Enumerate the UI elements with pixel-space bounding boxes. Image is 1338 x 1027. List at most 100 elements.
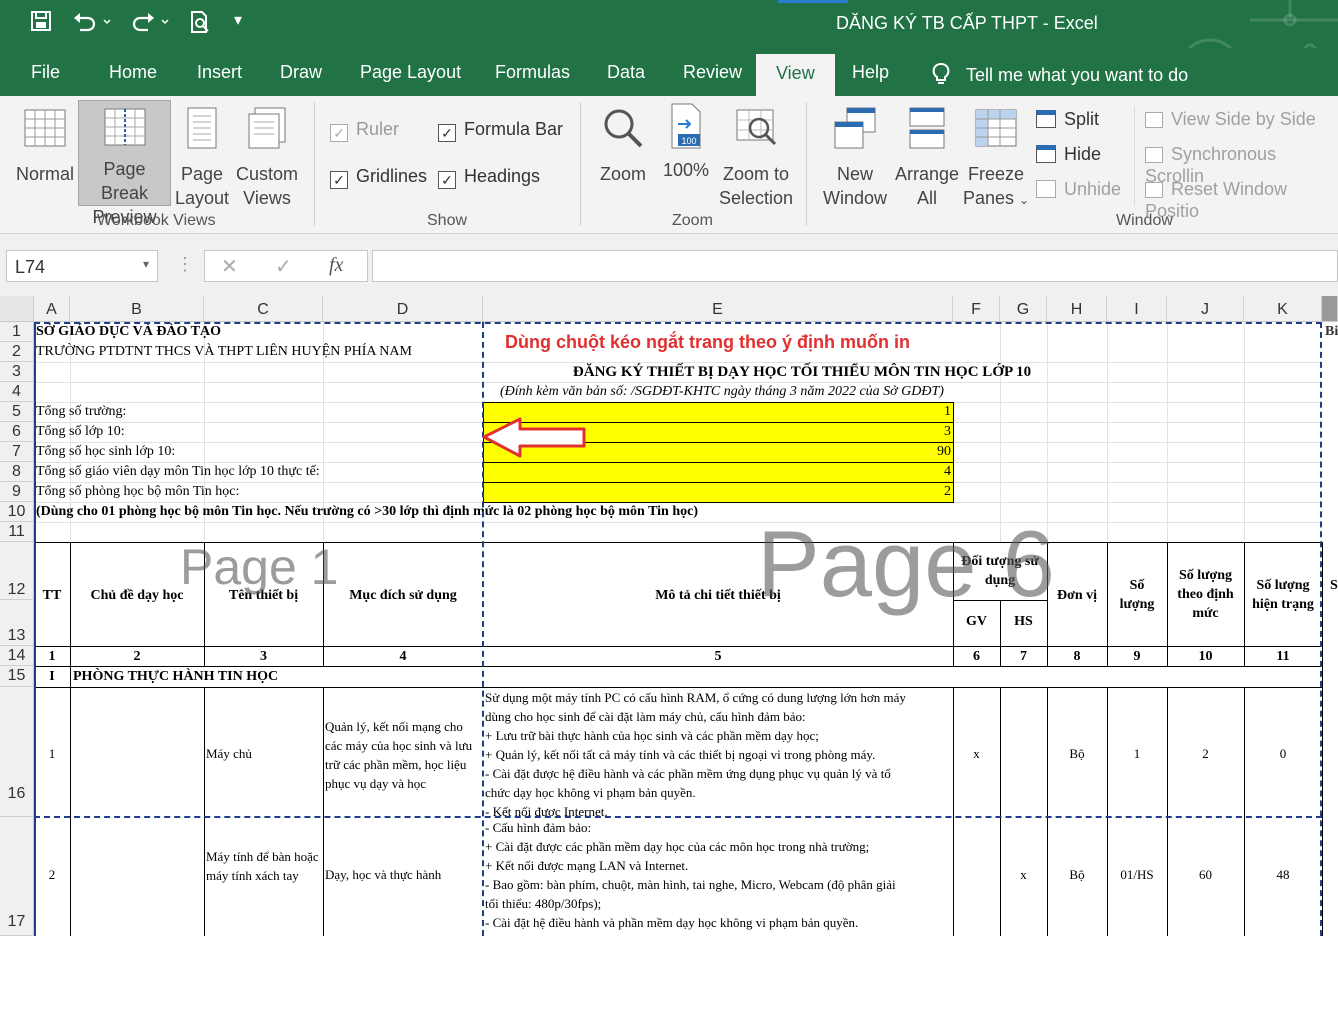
tab-page-layout[interactable]: Page Layout [360,62,461,83]
insert-function-icon[interactable]: fx [329,254,343,277]
row-header-10[interactable]: 10 [0,502,34,522]
tell-me-box[interactable]: Tell me what you want to do [930,62,1188,86]
reset-window-position-button[interactable]: Reset Window Positio [1145,178,1338,222]
print-preview-icon[interactable] [188,10,212,40]
page-break-preview-button[interactable]: Page Break Preview [78,100,171,227]
row-header-14[interactable]: 14 [0,646,34,666]
column-header-j[interactable]: J [1167,296,1244,322]
freeze-panes-icon [975,109,1017,147]
chevron-down-icon: ⌄ [1019,193,1030,207]
page-break-right[interactable] [1320,322,1322,936]
row-header-17[interactable]: 17 [0,817,34,936]
column-header-c[interactable]: C [204,296,323,322]
ruler-checkbox[interactable]: ✓ Ruler [330,118,399,142]
section-number: I [49,669,55,684]
zoom-label: Zoom [599,164,646,184]
column-header-d[interactable]: D [323,296,483,322]
item2-hs: x [1020,867,1027,882]
select-all-corner[interactable] [0,296,34,322]
checkmark-icon: ✓ [330,124,348,142]
column-header-a[interactable]: A [34,296,70,322]
undo-icon[interactable] [72,10,112,38]
stat-label-students: Tổng số học sinh lớp 10: [36,444,176,459]
hide-button[interactable]: Hide [1036,143,1101,165]
arrange-all-button[interactable]: Arrange All [892,102,962,208]
row-header-16[interactable]: 16 [0,687,34,817]
row-header-1[interactable]: 1 [0,322,34,342]
row-header-3[interactable]: 3 [0,362,34,382]
view-side-by-side-button[interactable]: View Side by Side [1145,108,1316,130]
tab-help[interactable]: Help [852,62,889,83]
row-header-6[interactable]: 6 [0,422,34,442]
formula-input[interactable] [372,250,1338,282]
tab-insert[interactable]: Insert [197,62,242,83]
row-header-13[interactable]: 13 [0,600,34,646]
column-header-l[interactable] [1322,296,1338,322]
zoom-button[interactable]: Zoom [594,102,652,202]
split-button[interactable]: Split [1036,108,1099,130]
row-header-7[interactable]: 7 [0,442,34,462]
col-number-1: 1 [48,649,56,664]
column-header-i[interactable]: I [1107,296,1167,322]
stat-value-teachers[interactable]: 4 [483,462,951,482]
stat-label-schools: Tổng số trường: [36,404,127,419]
tab-file[interactable]: File [31,62,60,83]
page-1-watermark: Page 1 [180,539,339,595]
row-header-9[interactable]: 9 [0,482,34,502]
tab-draw[interactable]: Draw [280,62,322,83]
header-unit: Đơn vị [1056,588,1098,603]
custom-views-button[interactable]: Custom Views [232,102,302,208]
checkmark-icon: ✓ [438,171,456,189]
row-header-5[interactable]: 5 [0,402,34,422]
row-header-15[interactable]: 15 [0,666,34,687]
normal-view-button[interactable]: Normal [12,102,78,202]
formula-bar-checkbox[interactable]: ✓ Formula Bar [438,118,563,142]
page-layout-view-button[interactable]: Page Layout [174,102,230,208]
row-header-8[interactable]: 8 [0,462,34,482]
name-box-dropdown-icon[interactable]: ▾ [143,257,149,271]
freeze-panes-button[interactable]: Freeze Panes ⌄ [962,102,1030,208]
cancel-icon[interactable]: ✕ [221,254,238,279]
name-box[interactable]: L74 ▾ [6,250,158,282]
tab-formulas[interactable]: Formulas [495,62,570,83]
zoom-to-selection-button[interactable]: Zoom to Selection [716,102,796,208]
row-header-12[interactable]: 12 [0,542,34,600]
drag-handle-icon[interactable]: ⋮ [176,254,194,275]
tab-review[interactable]: Review [683,62,742,83]
col-number-2: 2 [133,649,141,664]
headings-checkbox[interactable]: ✓ Headings [438,165,540,189]
column-header-b[interactable]: B [70,296,204,322]
tab-home[interactable]: Home [109,62,157,83]
column-header-e[interactable]: E [483,296,953,322]
row-header-2[interactable]: 2 [0,342,34,362]
tab-view[interactable]: View [756,54,835,96]
save-icon[interactable] [30,10,52,38]
checkmark-icon: ✓ [438,124,456,142]
zoom-100-button[interactable]: 100 100% [658,102,714,202]
item1-norm: 2 [1202,746,1209,761]
lightbulb-icon [932,63,950,84]
zoom-selection-label-2: Selection [718,188,794,208]
column-header-k[interactable]: K [1244,296,1322,322]
unhide-button[interactable]: Unhide [1036,178,1121,200]
new-window-button[interactable]: New Window [818,102,892,208]
arrow-left-icon [482,417,586,458]
column-header-f[interactable]: F [953,296,1000,322]
stat-value-rooms[interactable]: 2 [483,482,951,502]
customize-quick-access-icon[interactable]: ▾ [234,10,242,30]
arrange-all-label-2: All [916,188,937,208]
redo-icon[interactable] [128,10,172,38]
page-break-vertical[interactable] [482,322,484,936]
zoom-selection-icon [736,109,777,146]
page-break-horizontal[interactable] [34,816,1322,818]
worksheet-grid[interactable]: A B C D E F G H I J K 1 2 3 4 5 6 7 8 9 … [0,296,1338,936]
gridlines-checkbox[interactable]: ✓ Gridlines [330,165,427,189]
column-header-g[interactable]: G [1000,296,1047,322]
row-header-4[interactable]: 4 [0,382,34,402]
next-page-partial: Bi [1325,324,1338,339]
enter-icon[interactable]: ✓ [275,254,292,279]
new-window-icon [834,107,876,149]
tab-data[interactable]: Data [607,62,645,83]
row-header-11[interactable]: 11 [0,522,34,542]
column-header-h[interactable]: H [1047,296,1107,322]
